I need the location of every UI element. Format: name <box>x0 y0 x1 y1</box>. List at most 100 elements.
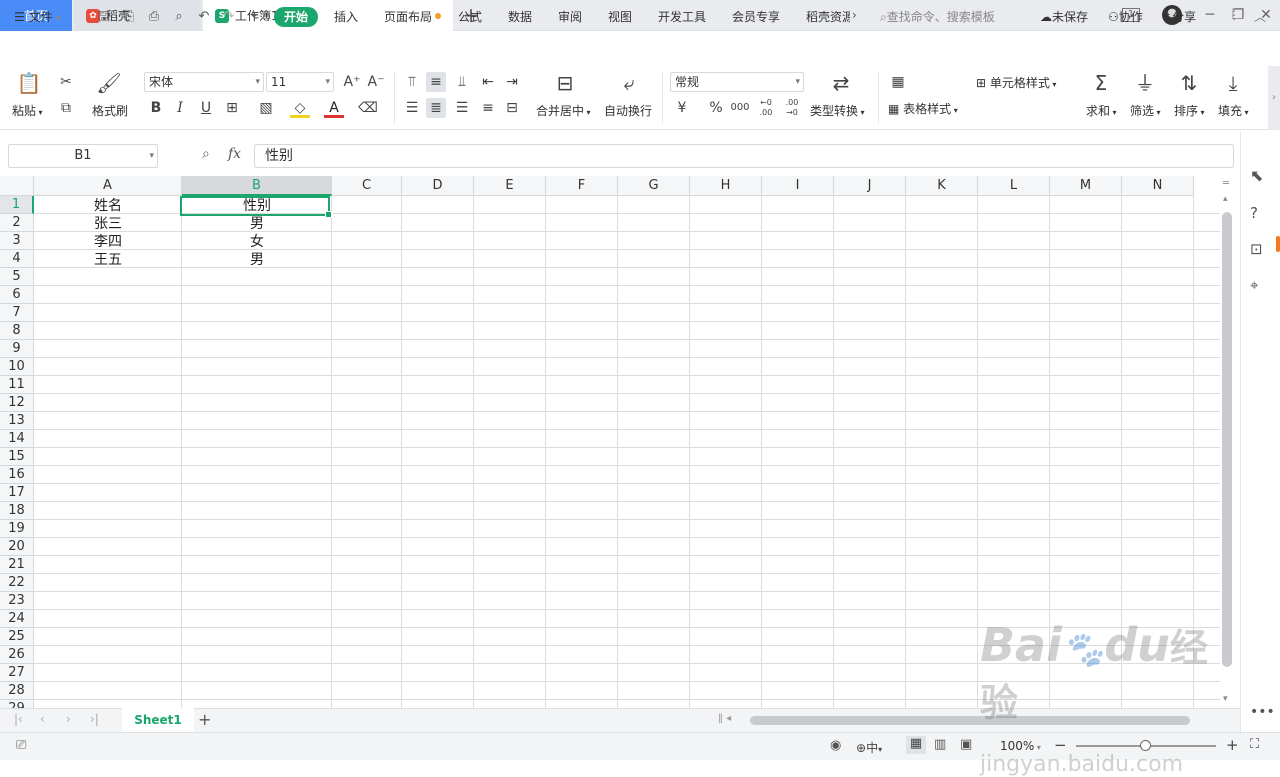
row-header-27[interactable]: 27 <box>0 664 34 682</box>
column-header-d[interactable]: D <box>402 176 474 196</box>
column-header-j[interactable]: J <box>834 176 906 196</box>
format-painter-button[interactable]: 格式刷 <box>92 102 128 119</box>
align-middle-icon[interactable]: ≡ <box>426 72 446 92</box>
undo-icon[interactable]: ↶ <box>195 8 213 26</box>
print-icon[interactable]: ⎙ <box>145 8 163 26</box>
paste-icon[interactable]: 📋 <box>16 70 42 96</box>
align-right-icon[interactable]: ☰ <box>452 98 472 118</box>
cell-a1[interactable]: 姓名 <box>34 197 182 215</box>
sort-button[interactable]: 排序 ▾ <box>1174 102 1205 119</box>
clear-format-icon[interactable]: ⌫ <box>358 98 378 118</box>
row-header-8[interactable]: 8 <box>0 322 34 340</box>
row-header-14[interactable]: 14 <box>0 430 34 448</box>
zoom-level-select[interactable]: 100% ▾ <box>1000 739 1041 753</box>
row-header-29[interactable]: 29 <box>0 700 34 708</box>
tab-review[interactable]: 审阅 <box>558 8 582 25</box>
collapse-ribbon-icon[interactable]: ︿ <box>1254 8 1266 25</box>
row-header-11[interactable]: 11 <box>0 376 34 394</box>
row-header-21[interactable]: 21 <box>0 556 34 574</box>
cell-b2[interactable]: 男 <box>182 215 332 233</box>
indent-decrease-icon[interactable]: ⇤ <box>478 72 498 92</box>
export-pdf-icon[interactable]: ⎘ <box>120 8 138 26</box>
conditional-format-icon[interactable]: ▦ <box>888 72 908 92</box>
cut-icon[interactable]: ✂ <box>56 72 76 92</box>
tab-formula[interactable]: 公式 <box>458 8 482 25</box>
column-header-e[interactable]: E <box>474 176 546 196</box>
row-header-7[interactable]: 7 <box>0 304 34 322</box>
row-header-6[interactable]: 6 <box>0 286 34 304</box>
row-header-1[interactable]: 1 <box>0 196 34 214</box>
row-header-15[interactable]: 15 <box>0 448 34 466</box>
cell-style-button[interactable]: ⊞ 单元格样式 ▾ <box>976 74 1056 91</box>
font-size-select[interactable]: 11 <box>266 72 334 92</box>
hscroll-split-icon[interactable]: ‖ ◂ <box>718 713 731 724</box>
merge-center-icon[interactable]: ⊟ <box>552 70 578 96</box>
thousands-icon[interactable]: 000 <box>730 98 750 118</box>
tab-start[interactable]: 开始 <box>274 7 318 27</box>
row-header-13[interactable]: 13 <box>0 412 34 430</box>
type-convert-button[interactable]: 类型转换 ▾ <box>810 102 865 119</box>
scroll-top-icon[interactable]: ═ <box>1223 178 1229 189</box>
number-format-select[interactable]: 常规 <box>670 72 804 92</box>
tab-view[interactable]: 视图 <box>608 8 632 25</box>
command-search[interactable]: ⌕查找命令、搜索模板 <box>880 8 995 25</box>
scroll-up-icon[interactable]: ▴ <box>1223 194 1228 204</box>
input-mode-button[interactable]: ⊕中▾ <box>856 739 882 756</box>
paste-button[interactable]: 粘贴 ▾ <box>12 102 43 119</box>
font-color-icon[interactable]: A <box>324 98 344 118</box>
column-header-k[interactable]: K <box>906 176 978 196</box>
column-header-g[interactable]: G <box>618 176 690 196</box>
row-header-2[interactable]: 2 <box>0 214 34 232</box>
select-all-corner[interactable] <box>0 176 34 196</box>
redo-icon[interactable]: ↷ <box>220 8 238 26</box>
save-icon[interactable]: 🖫 <box>94 8 112 26</box>
row-header-3[interactable]: 3 <box>0 232 34 250</box>
tab-insert[interactable]: 插入 <box>334 8 358 25</box>
ribbon-scroll-right-icon[interactable]: › <box>1268 66 1280 130</box>
percent-icon[interactable]: % <box>706 98 726 118</box>
minimize-icon[interactable]: ─ <box>1200 5 1220 25</box>
zoom-formula-icon[interactable]: ⌕ <box>202 146 210 162</box>
add-sheet-icon[interactable]: + <box>198 710 211 729</box>
normal-view-icon[interactable]: ▦ <box>906 736 926 754</box>
more-tabs-chevron-icon[interactable]: › <box>852 8 857 22</box>
filter-icon[interactable]: ⏚ <box>1132 70 1158 96</box>
row-header-24[interactable]: 24 <box>0 610 34 628</box>
vertical-scroll-thumb[interactable] <box>1222 212 1232 667</box>
column-header-a[interactable]: A <box>34 176 182 196</box>
increase-decimal-icon[interactable]: ←0 .00 <box>756 98 776 118</box>
filter-button[interactable]: 筛选 ▾ <box>1130 102 1161 119</box>
column-header-l[interactable]: L <box>978 176 1050 196</box>
wrap-text-icon[interactable]: ⤶ <box>616 70 642 96</box>
copy-icon[interactable]: ⧉ <box>56 98 76 118</box>
sum-icon[interactable]: Σ <box>1088 70 1114 96</box>
macro-record-icon[interactable]: ⎚ <box>16 738 26 753</box>
cell-b4[interactable]: 男 <box>182 251 332 269</box>
row-header-26[interactable]: 26 <box>0 646 34 664</box>
align-top-icon[interactable]: ⫪ <box>402 72 422 92</box>
sum-button[interactable]: 求和 ▾ <box>1086 102 1117 119</box>
first-sheet-icon[interactable]: |‹ <box>14 712 23 726</box>
cell-fill-icon[interactable]: ▧ <box>256 98 276 118</box>
sort-icon[interactable]: ⇅ <box>1176 70 1202 96</box>
tab-page-layout[interactable]: 页面布局 <box>384 8 432 25</box>
page-layout-view-icon[interactable]: ▥ <box>934 737 946 752</box>
quick-access-dropdown-icon[interactable]: ⏷ <box>245 8 263 26</box>
column-header-b[interactable]: B <box>182 176 332 196</box>
cell-b3[interactable]: 女 <box>182 233 332 251</box>
align-center-icon[interactable]: ≣ <box>426 98 446 118</box>
next-sheet-icon[interactable]: › <box>66 712 71 726</box>
cell-a4[interactable]: 王五 <box>34 251 182 269</box>
share-button[interactable]: ⇪分享 <box>1162 8 1196 25</box>
file-menu[interactable]: ☰ 文件 ▾ <box>14 8 60 25</box>
row-header-5[interactable]: 5 <box>0 268 34 286</box>
name-box[interactable]: B1 <box>8 144 158 168</box>
row-header-10[interactable]: 10 <box>0 358 34 376</box>
format-painter-icon[interactable]: 🖌 <box>96 70 122 96</box>
selected-cell-b1[interactable] <box>180 196 332 218</box>
wrap-text-button[interactable]: 自动换行 <box>604 102 652 119</box>
bold-icon[interactable]: B <box>146 98 166 118</box>
last-sheet-icon[interactable]: ›| <box>90 712 99 726</box>
eye-protect-icon[interactable]: ◉ <box>830 738 841 753</box>
fill-icon[interactable]: ⤓ <box>1220 70 1246 96</box>
